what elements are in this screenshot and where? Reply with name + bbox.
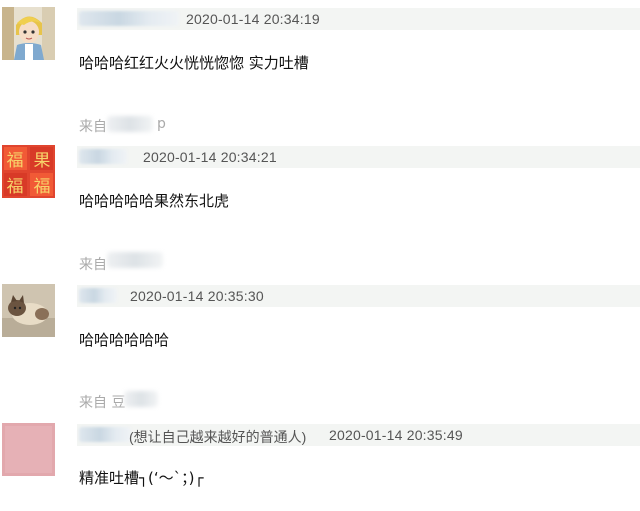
source-suffix: p xyxy=(157,116,166,132)
comment-timestamp: 2020-01-14 20:34:21 xyxy=(143,149,277,165)
comment-timestamp: 2020-01-14 20:35:30 xyxy=(130,288,264,304)
pink-square-avatar-icon xyxy=(2,423,55,476)
username[interactable] xyxy=(79,149,127,164)
avatar[interactable]: 福 果 福 福 xyxy=(2,145,55,198)
username[interactable] xyxy=(79,11,179,26)
source-prefix: 来自 xyxy=(79,119,107,135)
svg-text:果: 果 xyxy=(34,151,51,171)
avatar[interactable] xyxy=(2,284,55,337)
username[interactable] xyxy=(79,288,117,303)
comment-source: 来自 xyxy=(79,116,107,136)
source-app-blur xyxy=(107,252,163,268)
source-prefix: 来自 xyxy=(79,257,107,273)
comment-text: 精准吐槽┐(‘～`；)┌ xyxy=(79,469,204,487)
avatar[interactable] xyxy=(2,7,55,60)
comment-source: 来自 豆 xyxy=(79,392,125,412)
source-prefix: 来自 豆 xyxy=(79,395,126,411)
comment-text: 哈哈哈哈哈哈 xyxy=(79,331,170,349)
comment-text: 哈哈哈哈哈果然东北虎 xyxy=(79,192,230,210)
source-app-blur xyxy=(124,391,158,407)
cat-photo-avatar-icon xyxy=(2,284,55,337)
source-suffix-text: p xyxy=(157,116,166,132)
comment-timestamp: 2020-01-14 20:35:49 xyxy=(329,427,463,443)
comment-meta-bar: 2020-01-14 20:34:19 xyxy=(77,8,640,30)
user-signature: (想让自己越来越好的普通人) xyxy=(129,429,307,445)
comment-timestamp: 2020-01-14 20:34:19 xyxy=(186,11,320,27)
comment-meta-bar: (想让自己越来越好的普通人) 2020-01-14 20:35:49 xyxy=(77,424,640,446)
source-app-blur xyxy=(107,116,153,132)
avatar[interactable] xyxy=(2,423,55,476)
svg-text:福: 福 xyxy=(7,151,24,171)
comment-meta-bar: 2020-01-14 20:34:21 xyxy=(77,146,640,168)
svg-text:福: 福 xyxy=(7,177,24,197)
comment-meta-bar: 2020-01-14 20:35:30 xyxy=(77,285,640,307)
username[interactable] xyxy=(79,427,131,442)
svg-text:福: 福 xyxy=(34,177,51,197)
comment-source: 来自 xyxy=(79,254,107,274)
comment-text: 哈哈哈红红火火恍恍惚惚 实力吐槽 xyxy=(79,54,309,72)
cartoon-girl-avatar-icon xyxy=(2,7,55,60)
fu-character-avatar-icon: 福 果 福 福 xyxy=(2,145,55,198)
